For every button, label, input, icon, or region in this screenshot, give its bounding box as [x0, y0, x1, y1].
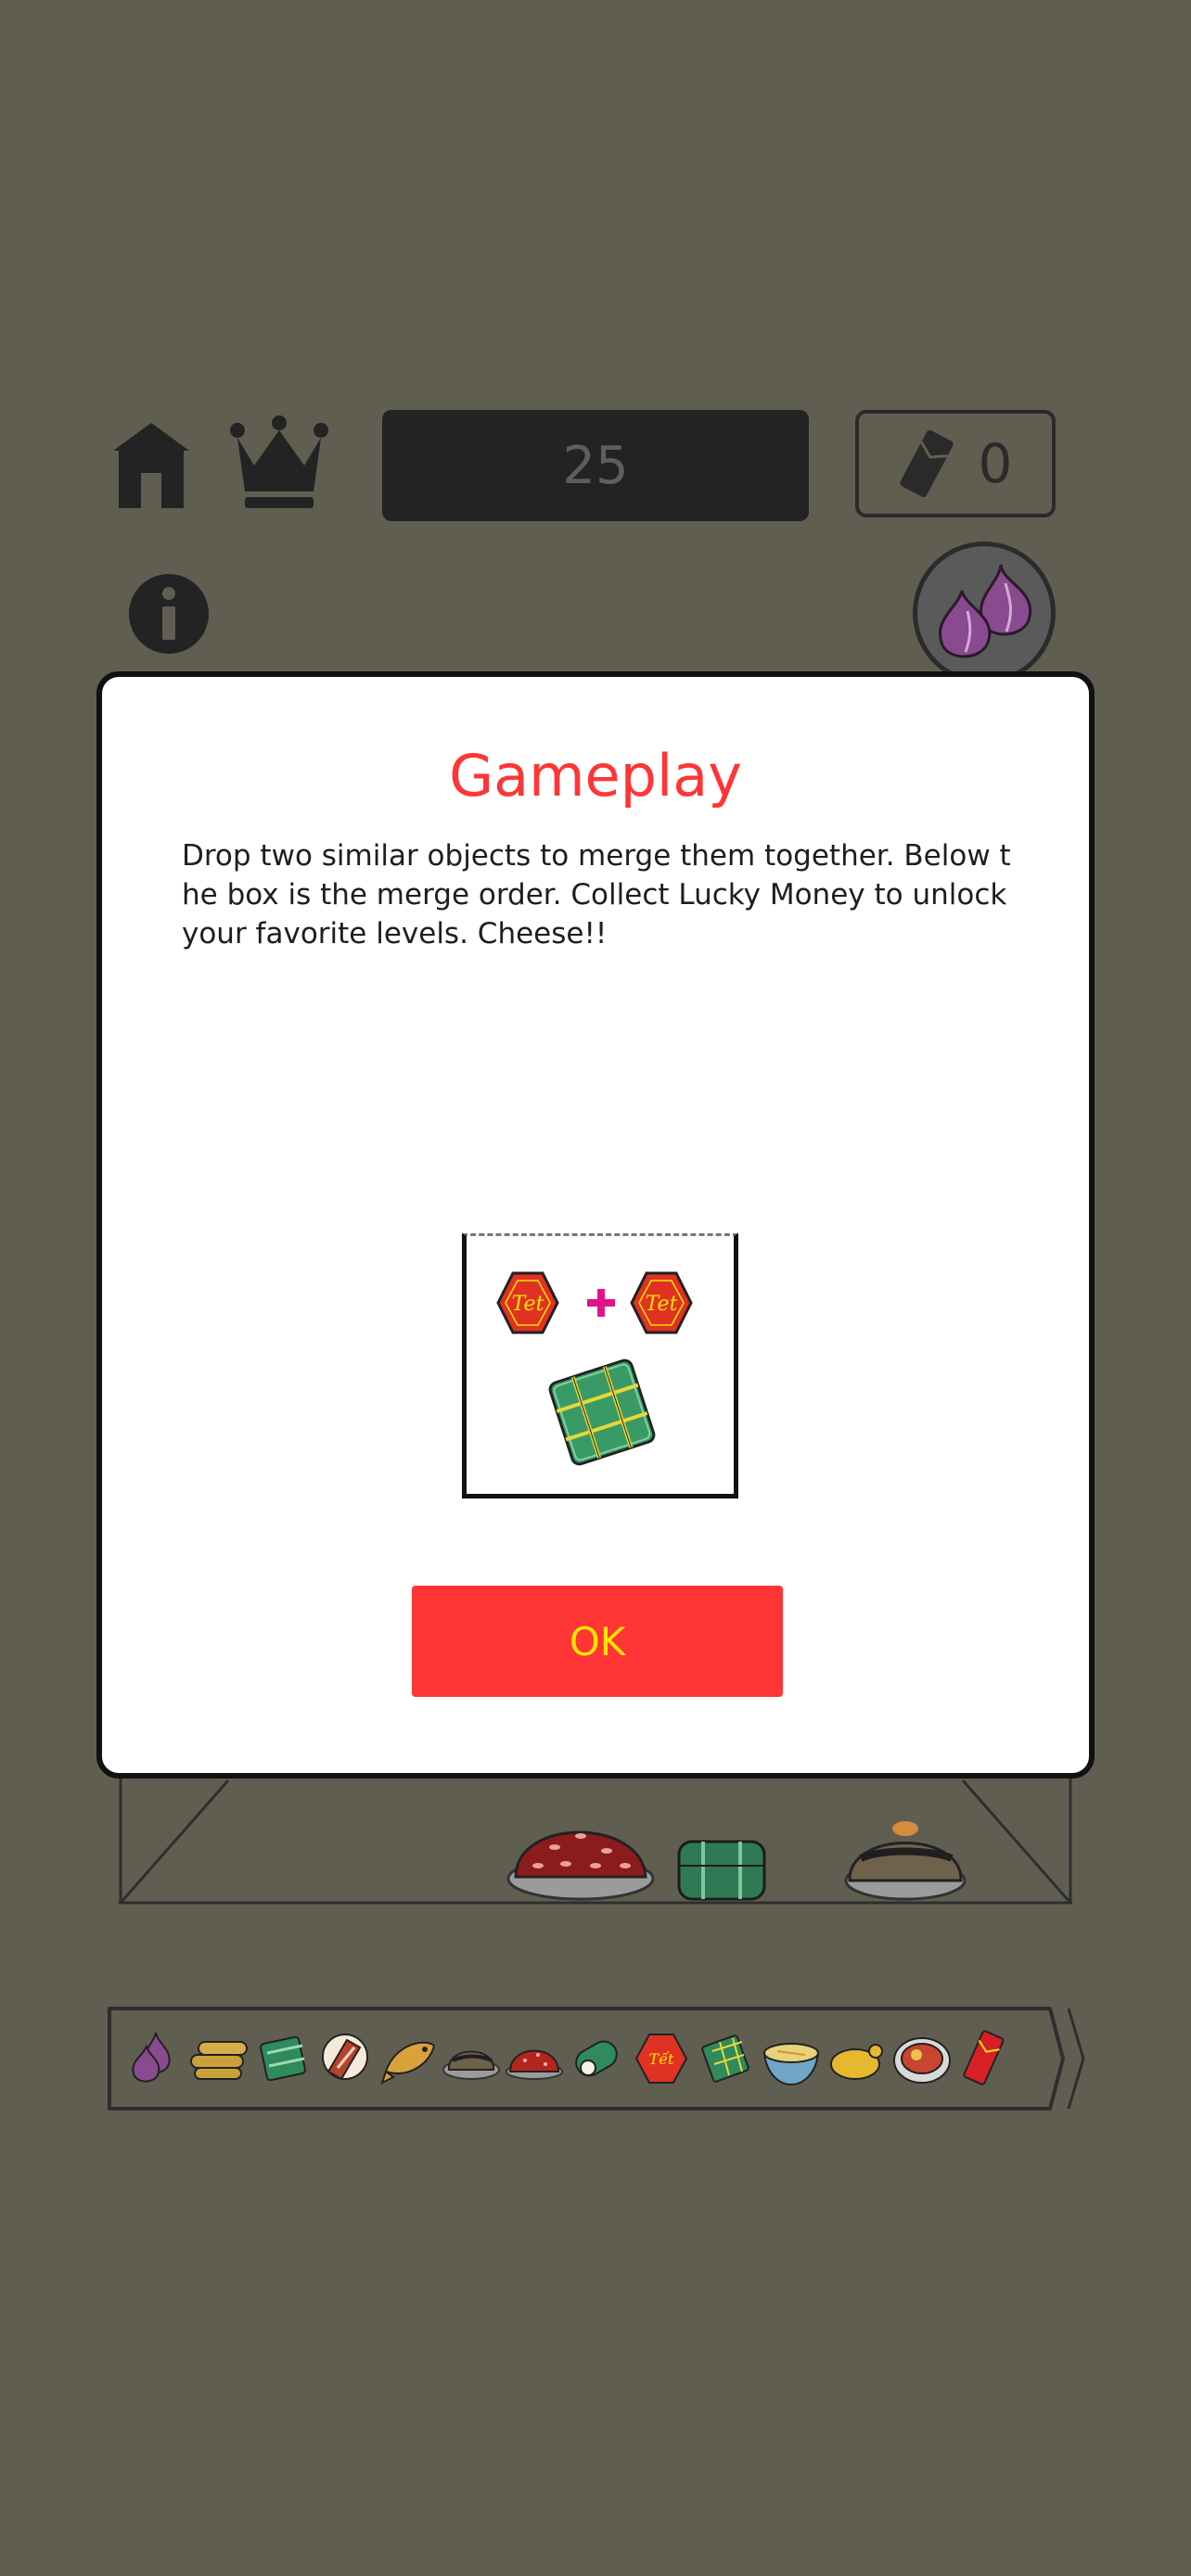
onion-order-icon	[132, 2032, 171, 2083]
tet-coin-order-icon: Tết	[634, 2034, 688, 2084]
ok-button[interactable]: OK	[412, 1586, 783, 1697]
sticky-rice-cake-order-icon	[442, 2050, 500, 2080]
spring-rolls-order-icon	[190, 2041, 248, 2080]
boiled-chicken-order-icon	[830, 2044, 883, 2080]
tet-coin-label: Tet	[512, 1293, 544, 1316]
fish-order-icon	[380, 2041, 436, 2085]
red-sticky-rice-order-icon	[506, 2049, 563, 2080]
merge-demo-box: Tet Tet	[462, 1233, 738, 1498]
banh-tet-order-icon	[575, 2040, 618, 2077]
plus-icon	[587, 1289, 615, 1317]
lucky-money-counter: 0	[855, 410, 1056, 517]
score-display: 25	[382, 410, 809, 521]
tet-coin-icon: Tet	[630, 1271, 693, 1334]
merge-order-strip: Tết	[108, 2007, 1085, 2111]
banh-tet-item	[677, 1840, 766, 1901]
dialog-description: Drop two similar objects to merge them t…	[182, 839, 1011, 950]
sticky-rice-cake-item	[844, 1821, 967, 1901]
hot-pot-order-icon	[893, 2037, 951, 2084]
dialog-title: Gameplay	[449, 742, 742, 810]
ok-button-label: OK	[569, 1618, 626, 1664]
lucky-money-order-icon	[963, 2030, 1005, 2085]
banh-chung-box-order-icon	[701, 2034, 749, 2083]
pho-bowl-order-icon	[762, 2043, 820, 2086]
home-icon[interactable]	[109, 419, 193, 512]
play-container	[119, 1762, 1072, 1905]
lucky-money-icon	[899, 429, 954, 498]
banh-chung-icon	[548, 1358, 656, 1466]
onion-icon	[939, 564, 1032, 658]
money-count: 0	[978, 432, 1013, 495]
gameplay-dialog: Gameplay Drop two similar objects to mer…	[96, 671, 1095, 1779]
red-sticky-rice-item	[506, 1830, 655, 1901]
cured-pork-order-icon	[322, 2034, 368, 2081]
tet-coin-label: Tet	[646, 1293, 678, 1316]
next-item-preview	[913, 542, 1056, 684]
crown-leaderboard-icon[interactable]	[228, 415, 330, 514]
info-icon[interactable]	[128, 573, 210, 655]
tet-coin-icon: Tet	[496, 1271, 559, 1334]
score-value: 25	[562, 435, 629, 496]
merge-demo-illustration: Tet Tet	[496, 1271, 693, 1466]
banh-chung-order-icon	[260, 2035, 306, 2082]
svg-text:Tết: Tết	[649, 2050, 675, 2068]
